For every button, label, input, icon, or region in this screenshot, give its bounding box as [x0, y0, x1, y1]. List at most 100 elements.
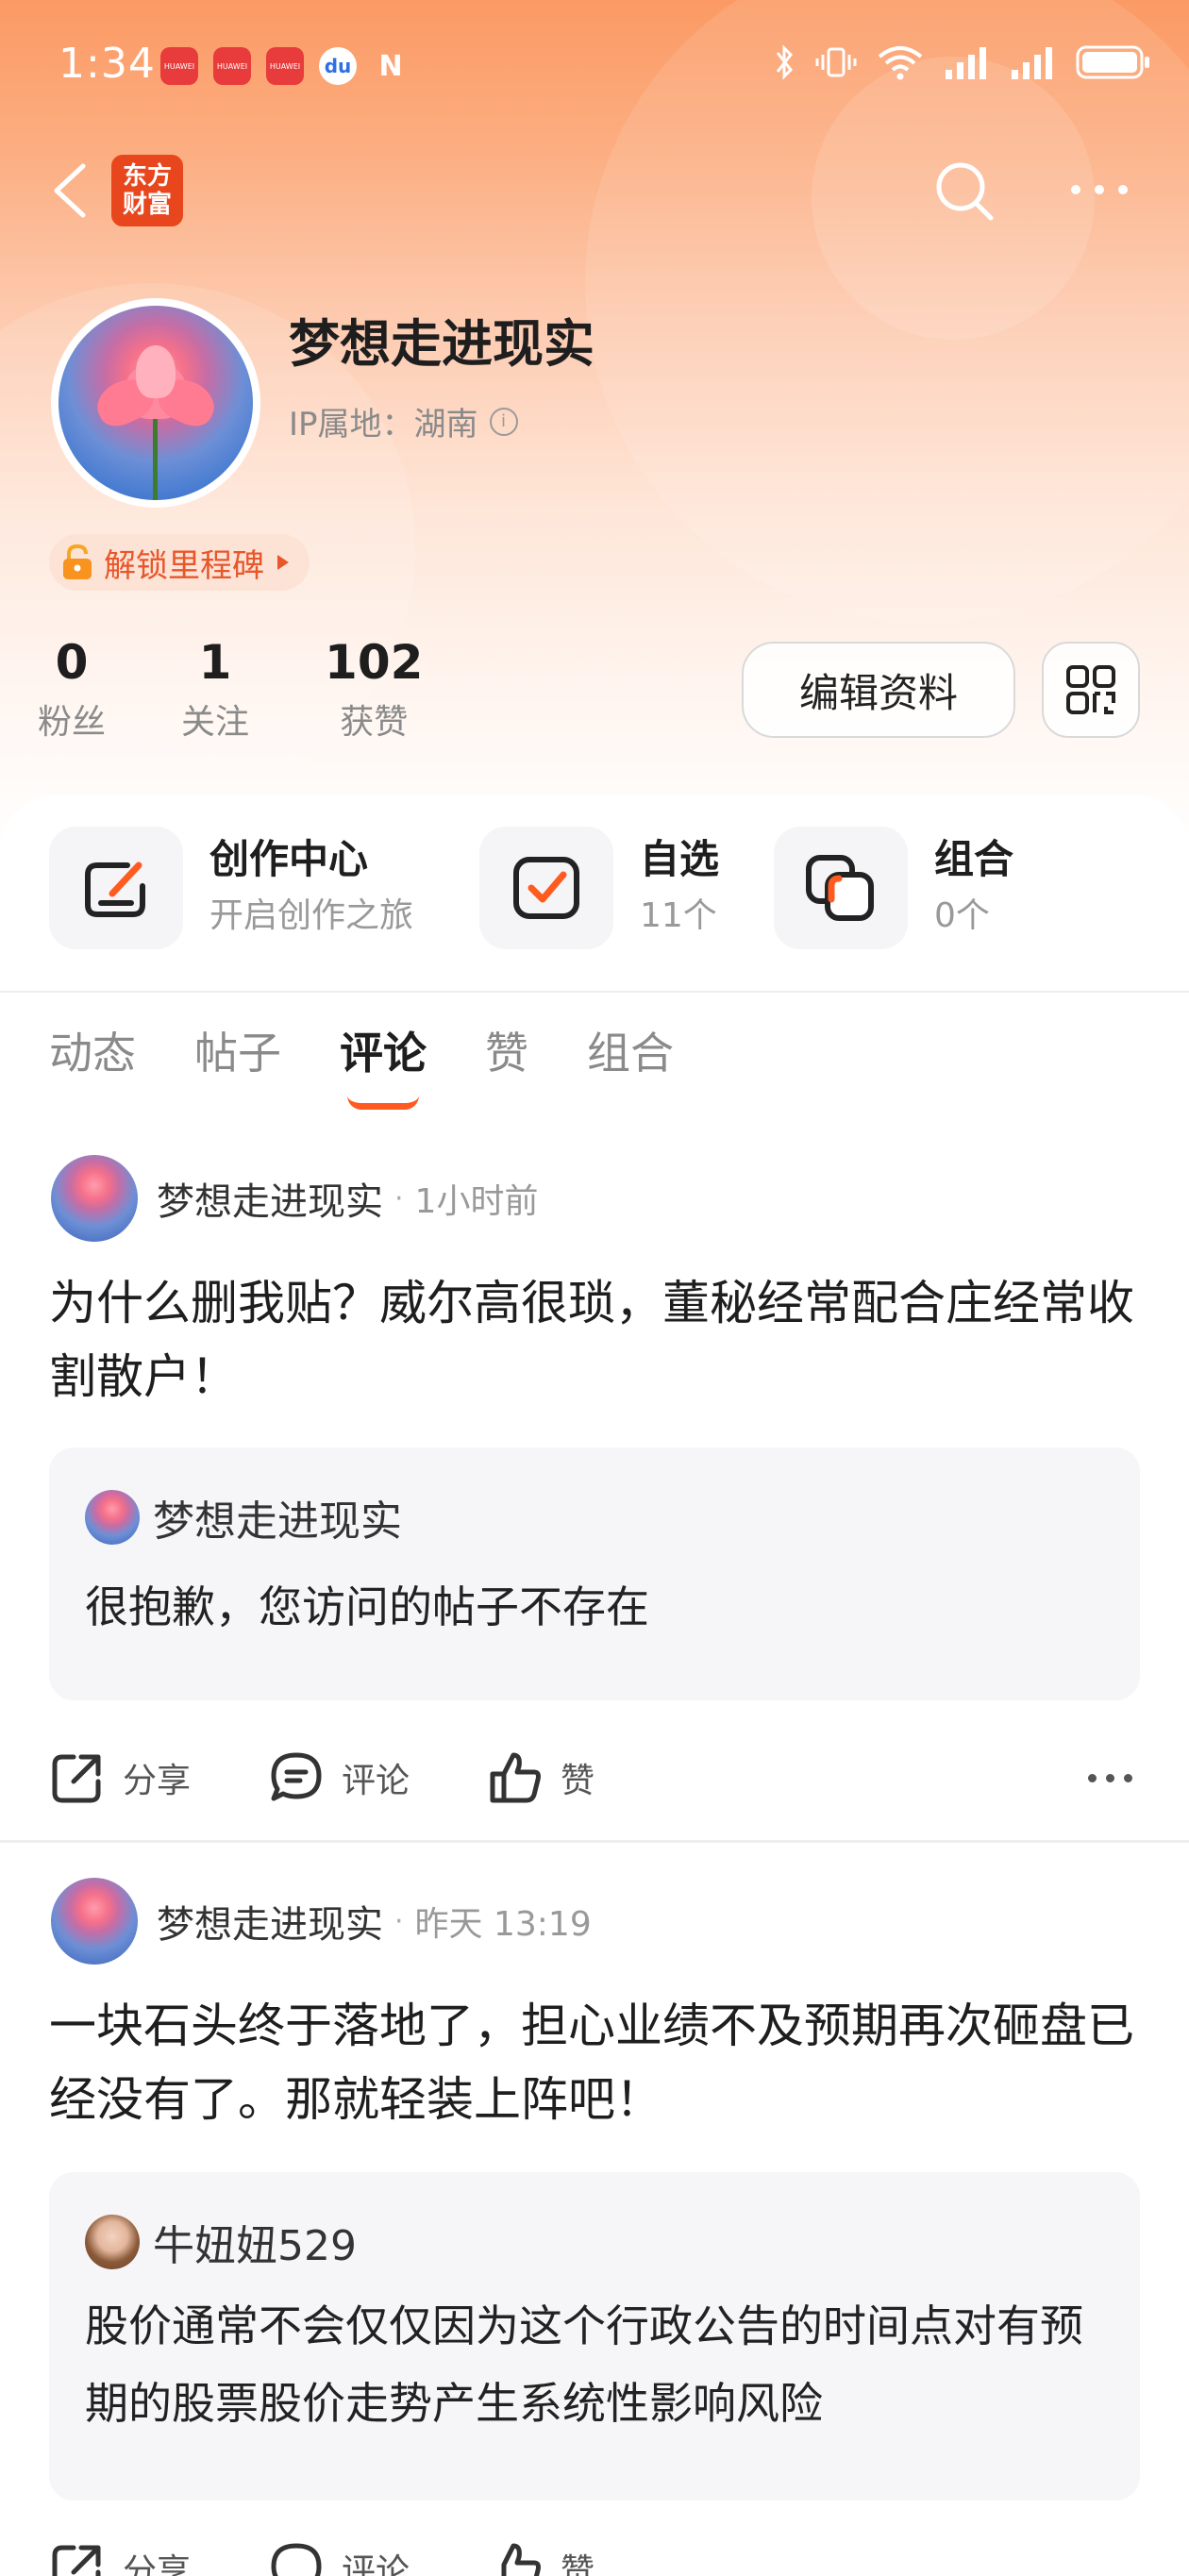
like-label: 赞	[561, 1762, 595, 1800]
tab-comments-label: 评论	[340, 1028, 427, 1079]
status-bar: 1:34 HUAWEI HUAWEI HUAWEI du N	[0, 0, 1189, 132]
feature-subtitle: 0个	[934, 896, 990, 935]
portfolio-icon	[806, 855, 874, 921]
notification-icons: HUAWEI HUAWEI HUAWEI du N	[160, 47, 410, 85]
lotus-stem	[153, 410, 158, 500]
separator-dot: ·	[394, 1181, 404, 1215]
tab-activity[interactable]: 动态	[49, 1019, 136, 1081]
quoted-post[interactable]: 牛妞妞529 股价通常不会仅仅因为这个行政公告的时间点对有预期的股票股价走势产生…	[49, 2172, 1140, 2501]
divider	[0, 991, 1189, 993]
quote-header: 梦想走进现实	[85, 1487, 402, 1547]
share-icon	[52, 2545, 101, 2576]
stat-following[interactable]: 1 关注	[181, 632, 249, 744]
dot	[1088, 1774, 1097, 1782]
app-logo[interactable]: 东方 财富	[111, 155, 183, 226]
app-logo-line1: 东方	[122, 162, 172, 191]
edit-profile-button[interactable]: 编辑资料	[742, 642, 1015, 738]
ip-location: IP属地：湖南	[289, 406, 478, 443]
like-button[interactable]: 赞	[487, 2540, 594, 2576]
profile-stats: 0 粉丝 1 关注 102 获赞	[38, 632, 479, 744]
post-author[interactable]: 梦想走进现实	[157, 1171, 383, 1226]
like-button[interactable]: 赞	[487, 1749, 594, 1806]
app-logo-line2: 财富	[122, 191, 172, 219]
quote-text: 股价通常不会仅仅因为这个行政公告的时间点对有预期的股票股价走势产生系统性影响风险	[85, 2300, 1083, 2429]
share-label: 分享	[123, 2552, 192, 2576]
tab-likes[interactable]: 赞	[485, 1019, 528, 1081]
post-header: 梦想走进现实 · 1小时前	[51, 1155, 538, 1242]
comment-label: 评论	[342, 2552, 410, 2576]
feature-title: 组合	[934, 836, 1014, 882]
watchlist[interactable]: 自选 11个	[479, 827, 719, 949]
active-tab-indicator	[347, 1096, 419, 1110]
stat-label: 关注	[181, 703, 250, 742]
avatar[interactable]	[51, 1878, 138, 1965]
avatar	[85, 1490, 140, 1545]
stat-likes[interactable]: 102 获赞	[325, 632, 423, 744]
more-options-icon[interactable]	[1088, 1774, 1132, 1782]
huawei-notification-icon: HUAWEI	[213, 47, 251, 85]
milestone-button[interactable]: 解锁里程碑	[49, 534, 310, 591]
avatar	[59, 306, 253, 500]
comment-icon	[271, 1752, 322, 1801]
dot	[1124, 1774, 1132, 1782]
huawei-notification-icon: HUAWEI	[266, 47, 304, 85]
post-author[interactable]: 梦想走进现实	[157, 1894, 383, 1949]
post-header: 梦想走进现实 · 昨天 13:19	[51, 1878, 592, 1965]
search-icon[interactable]	[932, 159, 998, 225]
share-button[interactable]: 分享	[49, 2540, 191, 2576]
quote-header: 牛妞妞529	[85, 2212, 357, 2272]
post-body[interactable]: 一块石头终于落地了，担心业绩不及预期再次砸盘已经没有了。那就轻装上阵吧！	[49, 1989, 1134, 2136]
comment-label: 评论	[342, 1762, 410, 1800]
share-icon	[52, 1754, 101, 1803]
stat-followers[interactable]: 0 粉丝	[38, 632, 106, 744]
post-actions: 分享 评论 赞	[49, 2519, 1140, 2576]
ip-location-row: IP属地：湖南 i	[289, 398, 518, 444]
post-body[interactable]: 为什么删我贴？威尔高很琐，董秘经常配合庄经常收割散户！	[49, 1266, 1134, 1413]
comment-button[interactable]: 评论	[268, 2540, 410, 2576]
post-time: 1小时前	[414, 1182, 539, 1221]
nfc-icon: N	[378, 49, 403, 83]
vibrate-icon	[815, 47, 857, 77]
stat-label: 粉丝	[38, 703, 107, 742]
back-button[interactable]	[47, 162, 94, 219]
share-label: 分享	[123, 1762, 192, 1800]
checkbox-icon	[513, 857, 579, 919]
creator-icon-box	[49, 827, 183, 949]
milestone-label: 解锁里程碑	[104, 546, 264, 585]
system-icons	[774, 43, 1151, 81]
portfolio-icon-box	[774, 827, 908, 949]
comment-icon	[271, 2543, 322, 2576]
more-options-icon[interactable]	[1066, 176, 1132, 204]
stat-label: 获赞	[340, 703, 409, 742]
creator-center[interactable]: 创作中心 开启创作之旅	[49, 827, 413, 949]
avatar[interactable]	[51, 1155, 138, 1242]
tab-posts[interactable]: 帖子	[194, 1019, 281, 1081]
post-actions: 分享 评论 赞	[49, 1732, 1140, 1823]
quoted-post[interactable]: 梦想走进现实 很抱歉，您访问的帖子不存在	[49, 1447, 1140, 1700]
stat-number: 0	[55, 635, 89, 690]
quote-text: 很抱歉，您访问的帖子不存在	[85, 1581, 649, 1632]
feature-title: 创作中心	[209, 836, 369, 882]
tab-comments[interactable]: 评论	[340, 1019, 427, 1110]
portfolio[interactable]: 组合 0个	[774, 827, 1013, 949]
stat-number: 1	[198, 635, 232, 690]
baidu-icon: du	[319, 47, 357, 85]
qr-code-button[interactable]	[1042, 642, 1140, 738]
tab-portfolio[interactable]: 组合	[587, 1019, 674, 1081]
bluetooth-icon	[776, 44, 793, 80]
comment-button[interactable]: 评论	[268, 1749, 410, 1806]
feature-subtitle: 开启创作之旅	[209, 896, 414, 935]
share-button[interactable]: 分享	[49, 1749, 191, 1806]
signal-icon	[946, 47, 986, 79]
profile-avatar[interactable]	[51, 298, 260, 508]
watchlist-icon-box	[479, 827, 613, 949]
separator-dot: ·	[394, 1904, 404, 1938]
edit-icon	[85, 861, 145, 917]
thumbs-up-icon	[501, 2543, 542, 2576]
post-time: 昨天 13:19	[414, 1905, 592, 1944]
qr-code-icon	[1066, 665, 1115, 714]
wifi-icon	[878, 46, 923, 80]
signal-icon	[1012, 47, 1052, 79]
profile-tabs: 动态 帖子 评论 赞 组合	[49, 1019, 674, 1110]
info-icon[interactable]: i	[489, 407, 518, 436]
